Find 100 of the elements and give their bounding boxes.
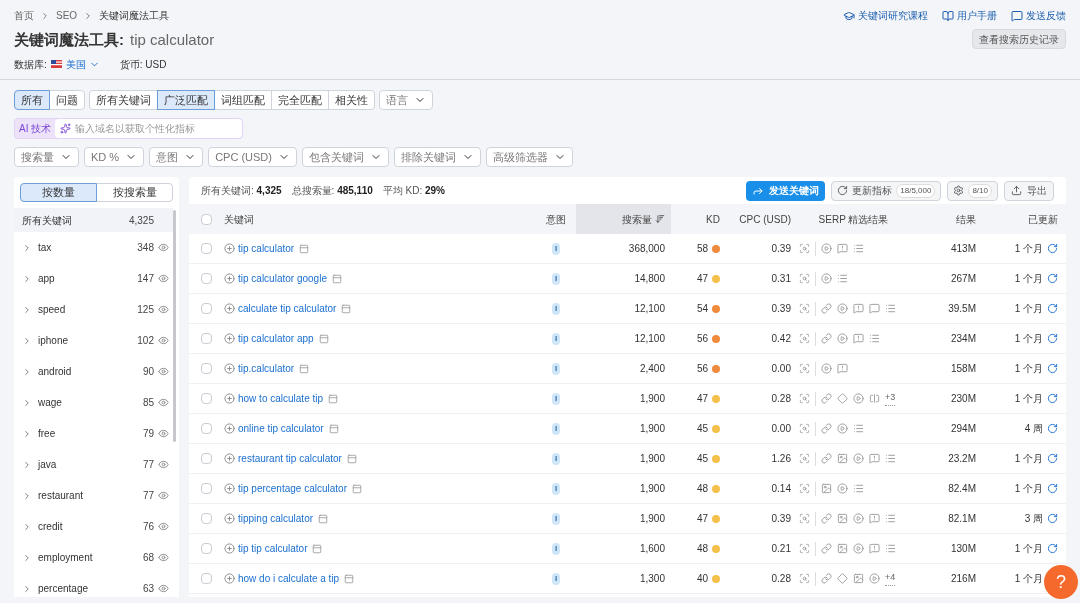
export-button[interactable]: 导出 (1004, 180, 1054, 201)
expand-icon[interactable] (22, 459, 32, 470)
serp-icon[interactable] (328, 393, 339, 404)
serp-preview-icon[interactable] (799, 303, 810, 314)
add-icon[interactable] (224, 573, 235, 584)
row-checkbox[interactable] (201, 303, 212, 314)
filter-dropdown[interactable]: 搜索量 (14, 147, 79, 167)
add-icon[interactable] (224, 333, 235, 344)
add-icon[interactable] (224, 243, 235, 254)
keyword-link[interactable]: online tip calculator (238, 421, 324, 436)
keyword-group-item[interactable]: percentage 63 (14, 573, 173, 603)
keyword-link[interactable]: tip tip calculator (238, 541, 308, 556)
keyword-group-item[interactable]: 所有关键词 4,325 (14, 208, 173, 232)
more-features[interactable]: +4 (885, 571, 896, 586)
refresh-icon[interactable] (1047, 423, 1058, 434)
column-header[interactable]: 搜索量 (576, 204, 671, 234)
breadcrumb-item[interactable]: 首页 (14, 8, 34, 23)
filter-tab[interactable]: 问题 (49, 90, 85, 110)
serp-icon[interactable] (299, 243, 310, 254)
keyword-link[interactable]: calculate tip calculator (238, 301, 337, 316)
add-icon[interactable] (224, 453, 235, 464)
filter-dropdown[interactable]: CPC (USD) (208, 147, 297, 167)
serp-icon[interactable] (344, 573, 355, 584)
row-checkbox[interactable] (201, 453, 212, 464)
filter-tab[interactable]: 所有关键词 (89, 90, 158, 110)
filter-dropdown[interactable]: 排除关键词 (393, 147, 481, 167)
column-header[interactable]: 结果 (916, 211, 976, 227)
expand-icon[interactable] (22, 242, 32, 253)
eye-icon[interactable] (158, 428, 169, 439)
keyword-group-item[interactable]: java 77 (14, 449, 173, 480)
filter-dropdown[interactable]: 语言 (379, 90, 433, 110)
update-metrics-button[interactable]: 更新指标 18/5,000 (831, 180, 942, 201)
help-link[interactable]: 发送反馈 (1011, 8, 1066, 23)
filter-tab[interactable]: 广泛匹配 (157, 90, 215, 110)
refresh-icon[interactable] (1047, 243, 1058, 254)
eye-icon[interactable] (158, 521, 169, 532)
expand-icon[interactable] (22, 304, 32, 315)
select-all-checkbox[interactable] (201, 213, 212, 225)
keyword-group-item[interactable]: app 147 (14, 263, 173, 294)
keyword-group-item[interactable]: iphone 102 (14, 325, 173, 356)
row-checkbox[interactable] (201, 513, 212, 524)
expand-icon[interactable] (22, 490, 32, 501)
keyword-group-item[interactable]: speed 125 (14, 294, 173, 325)
serp-preview-icon[interactable] (799, 363, 810, 374)
keyword-group-item[interactable]: wage 85 (14, 387, 173, 418)
row-checkbox[interactable] (201, 333, 212, 344)
keyword-group-item[interactable]: free 79 (14, 418, 173, 449)
keyword-link[interactable]: tip.calculator (238, 361, 295, 376)
keyword-group-item[interactable]: android 90 (14, 356, 173, 387)
serp-preview-icon[interactable] (799, 273, 810, 284)
filter-tab[interactable]: 完全匹配 (271, 90, 329, 110)
eye-icon[interactable] (158, 397, 169, 408)
expand-icon[interactable] (22, 397, 32, 408)
filter-tab[interactable]: 词组匹配 (214, 90, 272, 110)
keyword-group-item[interactable]: credit 76 (14, 511, 173, 542)
scrollbar[interactable] (173, 210, 176, 442)
serp-icon[interactable] (299, 363, 310, 374)
serp-icon[interactable] (331, 273, 342, 284)
add-icon[interactable] (224, 423, 235, 434)
expand-icon[interactable] (22, 273, 32, 284)
breadcrumb-item[interactable]: SEO (56, 8, 78, 23)
add-icon[interactable] (224, 363, 235, 374)
expand-icon[interactable] (22, 552, 32, 563)
filter-dropdown[interactable]: 意图 (149, 147, 204, 167)
row-checkbox[interactable] (201, 243, 212, 254)
eye-icon[interactable] (158, 490, 169, 501)
row-checkbox[interactable] (201, 423, 212, 434)
help-link[interactable]: 关键词研究课程 (843, 8, 928, 23)
column-header[interactable]: 关键词 (224, 211, 536, 227)
row-checkbox[interactable] (201, 363, 212, 374)
eye-icon[interactable] (158, 366, 169, 377)
refresh-icon[interactable] (1047, 363, 1058, 374)
help-link[interactable]: 用户手册 (942, 8, 997, 23)
row-checkbox[interactable] (201, 393, 212, 404)
add-icon[interactable] (224, 543, 235, 554)
filter-tab[interactable]: 相关性 (328, 90, 375, 110)
column-header[interactable]: KD (671, 211, 726, 227)
eye-icon[interactable] (158, 552, 169, 563)
eye-icon[interactable] (158, 304, 169, 315)
serp-icon[interactable] (346, 453, 357, 464)
country-dropdown[interactable]: 美国 (65, 56, 100, 72)
settings-button[interactable]: 8/10 (947, 180, 998, 201)
serp-preview-icon[interactable] (799, 513, 810, 524)
eye-icon[interactable] (158, 335, 169, 346)
refresh-icon[interactable] (1047, 333, 1058, 344)
keyword-link[interactable]: tip calculator (238, 241, 295, 256)
serp-preview-icon[interactable] (799, 483, 810, 494)
keyword-link[interactable]: tipping calculator (238, 511, 314, 526)
row-checkbox[interactable] (201, 483, 212, 494)
refresh-icon[interactable] (1047, 273, 1058, 284)
column-header[interactable]: 已更新 (976, 211, 1066, 227)
eye-icon[interactable] (158, 583, 169, 594)
keyword-group-item[interactable]: restaurant 77 (14, 480, 173, 511)
keyword-group-item[interactable]: tax 348 (14, 232, 173, 263)
serp-preview-icon[interactable] (799, 333, 810, 344)
filter-dropdown[interactable]: 高级筛选器 (485, 147, 573, 167)
eye-icon[interactable] (158, 459, 169, 470)
serp-icon[interactable] (341, 303, 352, 314)
expand-icon[interactable] (22, 428, 32, 439)
filter-tab[interactable]: 所有 (14, 90, 50, 110)
